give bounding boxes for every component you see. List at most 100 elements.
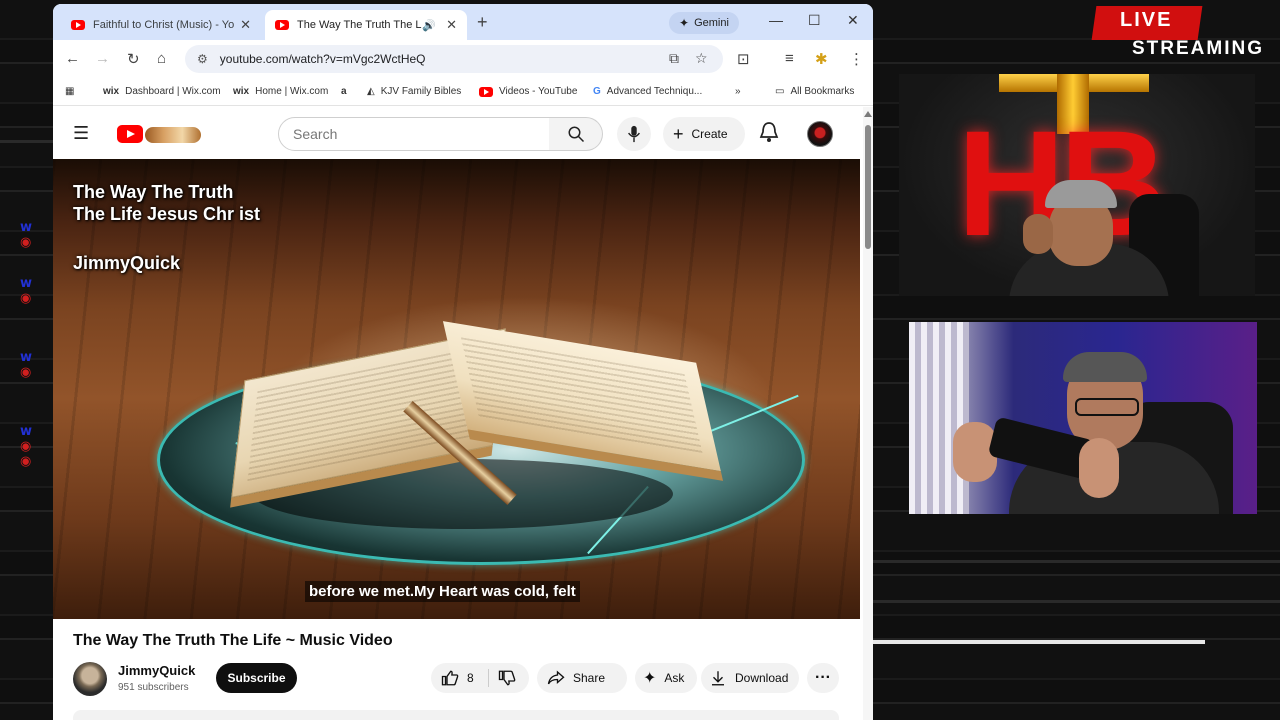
browser-toolbar: ← → ↻ ⌂ ⚙ youtube.com/watch?v=mVgc2WctHe… [53,40,873,78]
screen: w ◉ w ◉ w ◉ w ◉ ◉ Faithful to Christ (Mu… [0,0,1280,720]
tab-title: The Way The Truth The Life [297,19,423,31]
reload-icon[interactable]: ↻ [127,50,140,68]
channel-name[interactable]: JimmyQuick [118,663,195,678]
bookmark-label: KJV Family Bibles [380,86,462,97]
hamburger-icon[interactable]: ☰ [73,123,89,144]
share-button[interactable]: Share [537,663,627,693]
apps-grid-icon[interactable]: ▦ [65,86,74,97]
all-bookmarks-label: All Bookmarks [790,86,855,97]
person-hand [1023,214,1053,254]
tab-the-way-the-truth[interactable]: The Way The Truth The Life 🔊 ✕ [265,10,467,40]
bookmark-kjv-family-bibles[interactable]: ◭ KJV Family Bibles [367,86,461,97]
bookmark-dashboard-wix[interactable]: wix Dashboard | Wix.com [103,86,221,97]
ask-label: Ask [664,671,685,685]
plus-icon: + [673,123,684,144]
video-overlay-title: The Way The Truth The Life Jesus Chr ist [73,182,261,224]
tab-strip: Faithful to Christ (Music) - YouT ✕ The … [53,4,873,40]
bookmark-star-icon[interactable]: ☆ [695,50,708,67]
scroll-up-icon[interactable] [864,111,872,117]
install-app-icon[interactable]: ⧉ [669,50,679,67]
bookmark-amazon[interactable]: a [341,86,353,97]
person-hand [1079,438,1119,498]
account-avatar[interactable] [807,121,833,147]
more-horizontal-icon: ··· [815,669,831,686]
download-label: Download [735,671,789,685]
browser-window: Faithful to Christ (Music) - YouT ✕ The … [53,4,873,720]
chevron-right-icon[interactable]: » [735,86,741,97]
bookmark-videos-youtube[interactable]: Videos - YouTube [479,86,577,97]
arrow-right-icon[interactable]: → [95,50,110,67]
video-caption: before we met.My Heart was cold, felt [305,581,580,602]
stream-left-decorations: w ◉ w ◉ w ◉ w ◉ ◉ [20,220,33,469]
kjv-icon: ◭ [367,86,375,97]
streaming-label: STREAMING [1132,38,1264,59]
bell-icon[interactable] [759,121,779,143]
home-icon[interactable]: ⌂ [157,50,166,67]
url-text: youtube.com/watch?v=mVgc2WctHeQ [219,52,426,66]
ask-button[interactable]: ✦ Ask [635,663,697,693]
bookmark-label: Home | Wix.com [255,86,329,97]
page-scrollbar[interactable] [863,107,873,720]
channel-avatar[interactable] [73,662,107,696]
bookmark-home-wix[interactable]: wix Home | Wix.com [233,86,328,97]
subscribe-button[interactable]: Subscribe [216,663,297,693]
description-box[interactable] [73,710,839,720]
youtube-logo[interactable] [117,123,203,145]
bookmark-label: Videos - YouTube [499,86,578,97]
like-dislike-group: 8 [431,663,529,693]
speaker-icon[interactable]: 🔊 [422,19,436,32]
youtube-play-icon [117,125,143,143]
address-bar[interactable]: ⚙ youtube.com/watch?v=mVgc2WctHeQ ⧉ ☆ [185,45,723,73]
microphone-icon [628,125,640,143]
like-count: 8 [467,671,474,685]
webcam-host-1: HB [899,74,1255,296]
bookmark-advanced-techniques[interactable]: G Advanced Techniqu... [593,86,702,97]
thumbs-down-icon[interactable] [498,669,516,687]
search-icon [568,126,584,143]
tab-faithful-to-christ[interactable]: Faithful to Christ (Music) - YouT ✕ [61,10,261,40]
browser-menu-icon[interactable]: ⋮ [849,50,864,68]
folder-icon: ▭ [775,86,785,97]
arrow-left-icon[interactable]: ← [65,50,80,67]
search-placeholder: Search [293,126,338,142]
wix-icon: wix [103,86,120,97]
create-button[interactable]: + Create [663,117,745,151]
bookmarks-bar: ▦ wix Dashboard | Wix.com wix Home | Wix… [53,78,873,106]
scrollbar-thumb[interactable] [865,125,871,249]
live-label: LIVE [1120,9,1173,31]
like-separator [488,669,489,687]
close-icon[interactable]: ✕ [446,17,457,33]
site-settings-icon[interactable]: ⚙ [197,52,208,66]
bookmark-label: Dashboard | Wix.com [125,86,221,97]
lens-icon[interactable]: ⊡ [737,50,750,68]
minimize-icon[interactable]: — [769,12,783,28]
gemini-button[interactable]: ✦ Gemini [669,12,739,34]
youtube-favicon-icon [479,86,493,97]
voice-search-button[interactable] [617,117,651,151]
extension-icon[interactable]: ✱ [815,50,828,68]
sparkle-icon: ✦ [643,670,657,687]
new-tab-icon[interactable]: + [477,12,488,33]
search-input[interactable]: Search [278,117,550,151]
video-player[interactable]: The Way The Truth The Life Jesus Chr ist… [53,159,860,619]
youtube-favicon-icon [71,20,85,30]
maximize-icon[interactable]: ☐ [808,12,821,29]
close-window-icon[interactable]: ✕ [847,12,859,29]
thumbs-up-icon[interactable] [441,669,459,687]
wix-icon: wix [233,86,250,97]
close-icon[interactable]: ✕ [240,17,251,33]
tab-title: Faithful to Christ (Music) - YouT [93,19,235,31]
search-button[interactable] [549,117,603,151]
reading-list-icon[interactable]: ≡ [785,50,794,67]
bible-right-page [442,321,724,481]
window-curtain [909,322,969,514]
share-icon [547,670,565,685]
all-bookmarks[interactable]: ▭ All Bookmarks [775,86,854,97]
cap-icon [1063,352,1147,382]
cap-icon [1045,180,1117,208]
more-actions-button[interactable]: ··· [807,663,839,693]
video-title: The Way The Truth The Life ~ Music Video [73,632,393,649]
subscriber-count: 951 subscribers [118,682,189,693]
download-button[interactable]: Download [701,663,799,693]
video-overlay-author: JimmyQuick [73,253,181,273]
